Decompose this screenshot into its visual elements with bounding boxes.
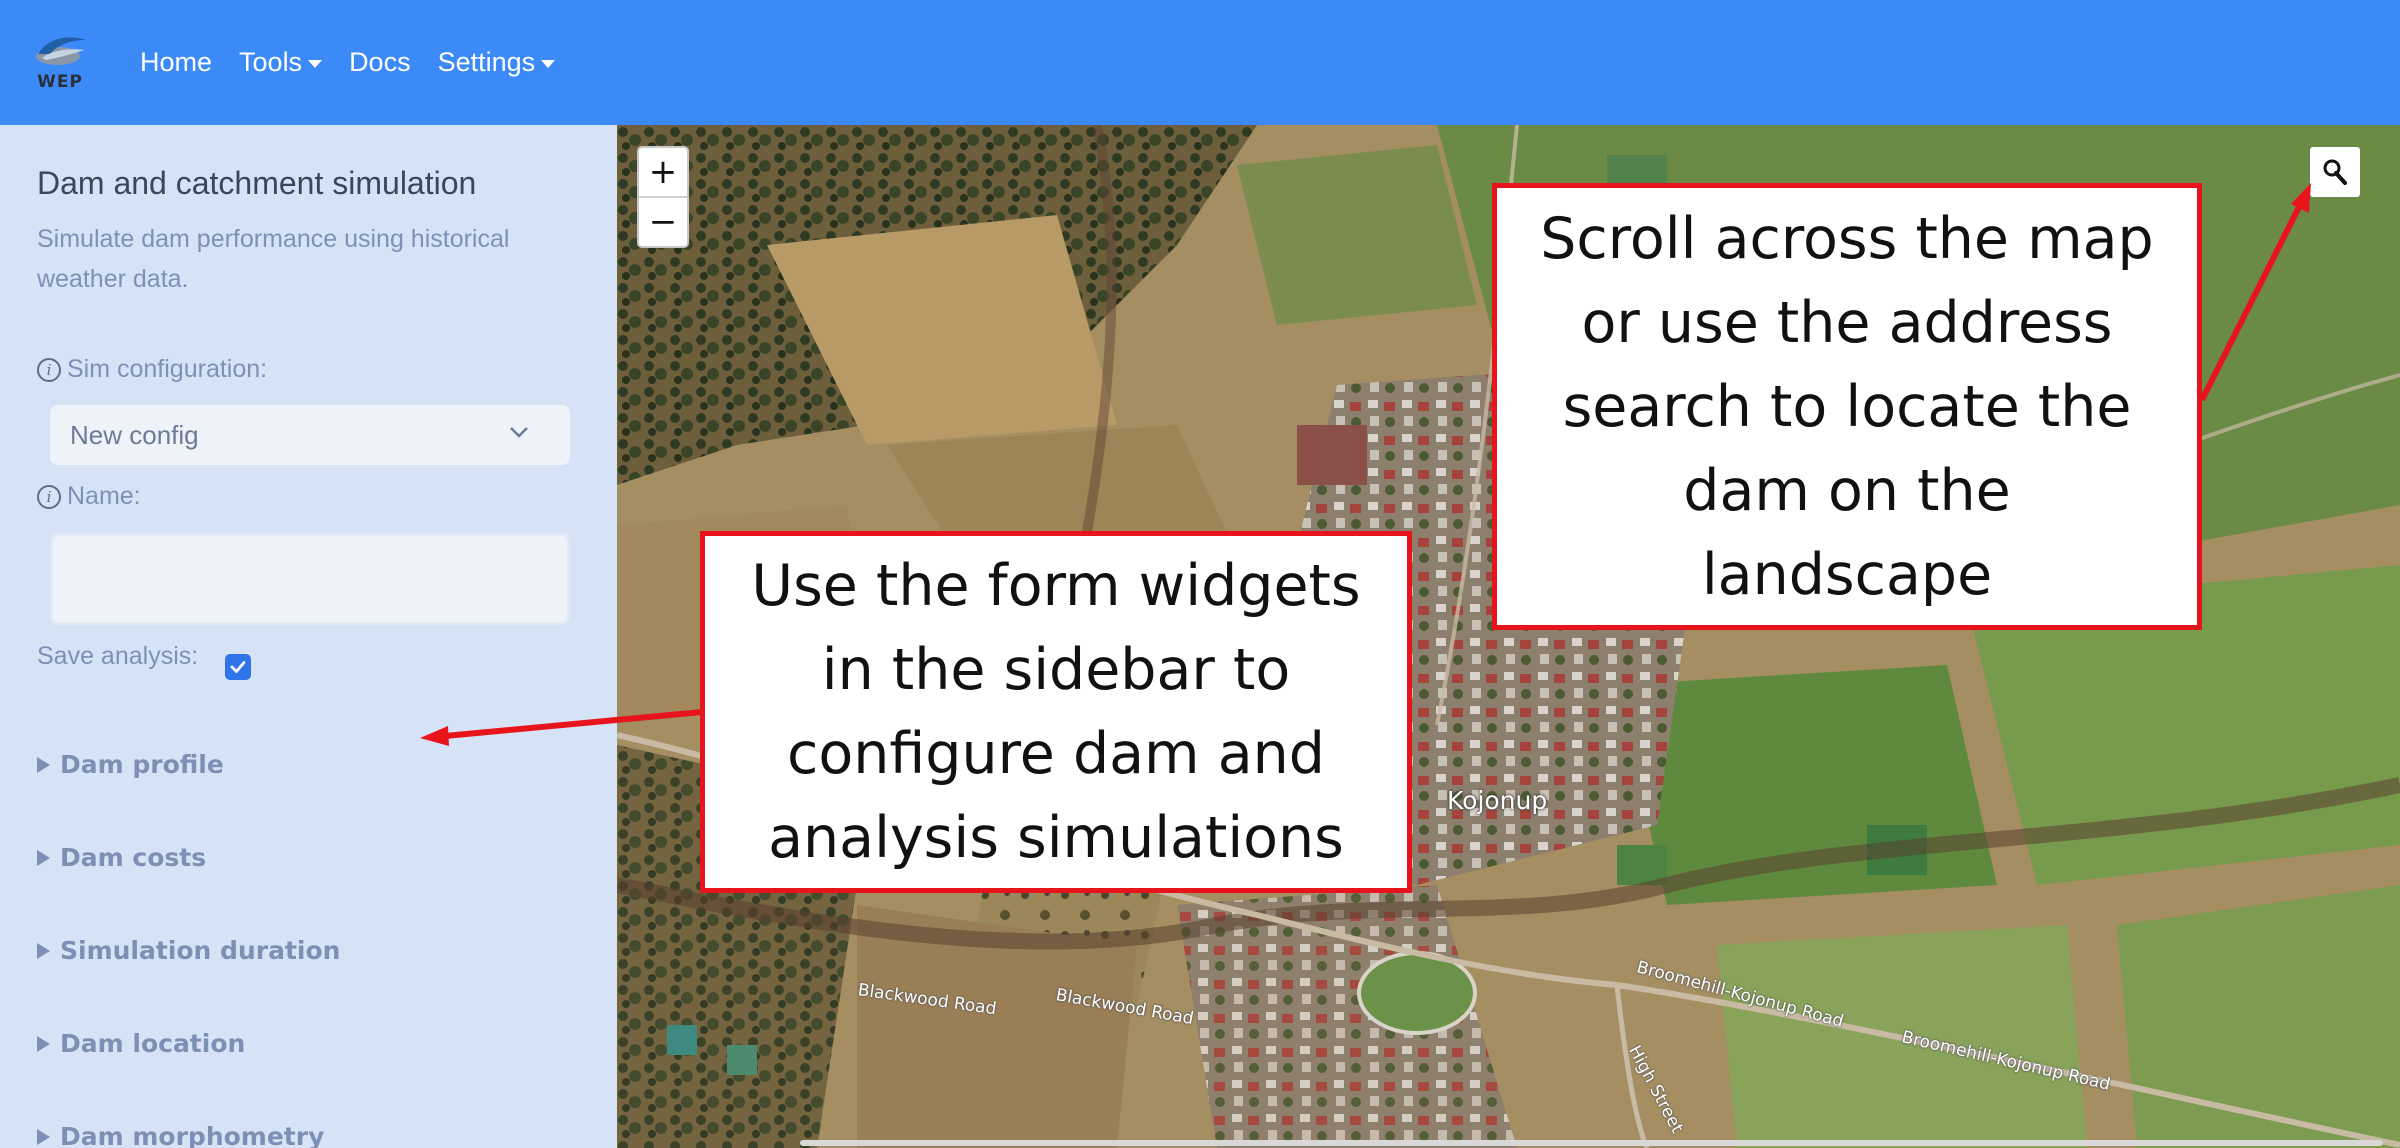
callout-line: or use the address <box>1581 289 2113 356</box>
nav-settings-label: Settings <box>437 47 536 77</box>
section-label: Dam morphometry <box>60 1122 325 1148</box>
nav-tools-dropdown[interactable]: Tools <box>239 47 323 78</box>
callout-line: analysis simulations <box>768 805 1344 871</box>
checkmark-icon <box>230 661 246 673</box>
sidebar-title: Dam and catchment simulation <box>37 165 477 201</box>
callout-line: Scroll across the map <box>1540 205 2154 272</box>
triangle-right-icon <box>37 1128 50 1145</box>
section-label: Dam profile <box>60 750 224 779</box>
section-dam-profile[interactable]: Dam profile <box>37 750 224 779</box>
wep-logo[interactable]: WEP <box>28 28 92 94</box>
callout-line: dam on the <box>1683 457 2011 524</box>
triangle-right-icon <box>37 942 50 959</box>
callout-line: configure dam and <box>787 721 1325 787</box>
save-analysis-checkbox[interactable] <box>225 654 251 680</box>
nav-home[interactable]: Home <box>140 47 212 78</box>
callout-map-hint: Scroll across the map or use the address… <box>1492 183 2202 630</box>
section-dam-morphometry[interactable]: Dam morphometry <box>37 1122 324 1148</box>
section-label: Simulation duration <box>60 936 341 965</box>
section-label: Dam costs <box>60 843 207 872</box>
wave-logo-icon <box>36 37 86 65</box>
horizontal-scrollbar[interactable] <box>800 1140 2383 1146</box>
section-dam-costs[interactable]: Dam costs <box>37 843 206 872</box>
name-label-text: Name: <box>67 482 141 510</box>
callout-line: in the sidebar to <box>821 637 1291 703</box>
logo-text: WEP <box>37 72 83 92</box>
nav-home-label: Home <box>140 47 213 77</box>
name-input[interactable] <box>50 533 570 625</box>
sim-config-label: i Sim configuration: <box>37 355 267 384</box>
search-icon <box>2323 159 2347 185</box>
callout-line: landscape <box>1701 541 1993 608</box>
zoom-out-button[interactable]: − <box>639 198 687 246</box>
info-icon[interactable]: i <box>37 357 61 382</box>
top-navbar: WEP Home Tools Docs Settings <box>0 0 2400 125</box>
callout-sidebar-hint: Use the form widgets in the sidebar to c… <box>700 531 1412 893</box>
sidebar: Dam and catchment simulation Simulate da… <box>0 125 617 1148</box>
section-label: Dam location <box>60 1029 246 1058</box>
info-icon[interactable]: i <box>37 484 61 509</box>
nav-docs-label: Docs <box>349 47 411 77</box>
name-label: i Name: <box>37 482 141 511</box>
address-search-button[interactable] <box>2310 147 2360 197</box>
nav-settings-dropdown[interactable]: Settings <box>438 47 556 78</box>
save-analysis-label: Save analysis: <box>37 642 199 670</box>
sim-config-value: New config <box>70 419 199 450</box>
sidebar-subtitle: Simulate dam performance using historica… <box>37 225 510 293</box>
triangle-right-icon <box>37 849 50 866</box>
nav-docs[interactable]: Docs <box>349 47 411 78</box>
caret-down-icon <box>541 59 556 68</box>
nav-tools-label: Tools <box>239 47 303 77</box>
place-label-kojonup: Kojonup <box>1447 786 1548 815</box>
section-dam-location[interactable]: Dam location <box>37 1029 245 1058</box>
zoom-control: + − <box>637 146 689 248</box>
zoom-in-button[interactable]: + <box>639 148 687 196</box>
nav-links: Home Tools Docs Settings <box>140 0 582 125</box>
callout-line: Use the form widgets <box>751 553 1361 619</box>
sim-config-label-text: Sim configuration: <box>67 355 268 383</box>
triangle-right-icon <box>37 756 50 773</box>
sim-config-select[interactable]: New config <box>50 405 570 465</box>
chevron-down-icon <box>510 427 528 438</box>
callout-line: search to locate the <box>1562 373 2132 440</box>
caret-down-icon <box>308 59 323 68</box>
section-simulation-duration[interactable]: Simulation duration <box>37 936 340 965</box>
triangle-right-icon <box>37 1035 50 1052</box>
